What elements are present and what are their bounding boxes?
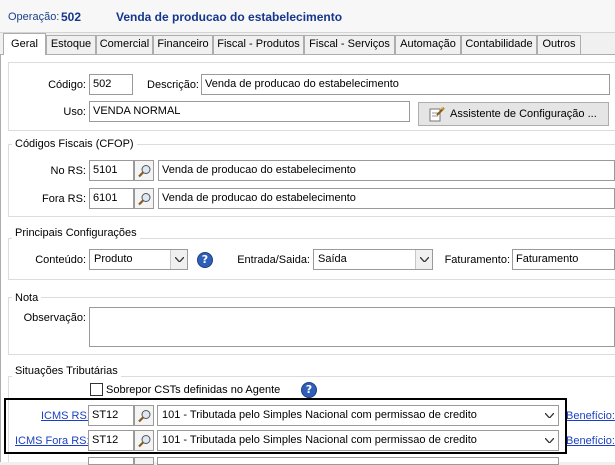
observacao-label: Observação: xyxy=(23,312,86,324)
icms-rs-code-field[interactable]: ST12 xyxy=(88,405,134,426)
magnifier-icon xyxy=(138,193,151,206)
chevron-down-icon xyxy=(541,431,558,450)
config-group-title: Principais Configurações xyxy=(12,227,140,239)
fora-rs-lookup-button[interactable] xyxy=(134,188,154,209)
magnifier-icon xyxy=(138,410,151,423)
no-rs-desc-field[interactable]: Venda de producao do estabelecimento xyxy=(158,160,615,181)
operation-label: Operação: xyxy=(8,11,60,23)
tab-fiscal-produtos[interactable]: Fiscal - Produtos xyxy=(213,35,304,54)
wizard-button[interactable]: Assistente de Configuração ... xyxy=(418,102,609,126)
wizard-icon xyxy=(429,106,445,125)
faturamento-label: Faturamento: xyxy=(444,254,510,266)
icms-rs-select[interactable]: 101 - Tributada pelo Simples Nacional co… xyxy=(157,405,559,426)
tab-financeiro[interactable]: Financeiro xyxy=(153,35,213,54)
sobrepor-label: Sobrepor CSTs definidas no Agente xyxy=(106,384,281,396)
chevron-down-icon xyxy=(170,250,187,269)
conteudo-label: Conteúdo: xyxy=(35,254,86,266)
tab-estoque[interactable]: Estoque xyxy=(46,35,96,54)
codigo-field[interactable]: 502 xyxy=(89,74,133,95)
conteudo-select[interactable]: Produto xyxy=(89,249,188,270)
no-rs-code-field[interactable]: 5101 xyxy=(89,160,134,181)
icms-fora-rs-code-field[interactable]: ST12 xyxy=(88,430,134,451)
tab-outros[interactable]: Outros xyxy=(537,35,581,54)
uso-label: Uso: xyxy=(63,106,86,118)
chevron-down-icon xyxy=(415,250,432,269)
help-icon[interactable]: ? xyxy=(197,252,213,268)
tab-geral[interactable]: Geral xyxy=(3,33,46,55)
fora-rs-code-field[interactable]: 6101 xyxy=(89,188,134,209)
no-rs-label: No RS: xyxy=(50,165,86,177)
operation-title: Venda de producao do estabelecimento xyxy=(116,10,343,24)
fora-rs-desc-field[interactable]: Venda de producao do estabelecimento xyxy=(158,188,615,209)
icms-fora-rs-link[interactable]: ICMS Fora RS: xyxy=(15,435,90,447)
wizard-button-label: Assistente de Configuração ... xyxy=(450,108,597,120)
magnifier-icon xyxy=(138,165,151,178)
tab-comercial[interactable]: Comercial xyxy=(96,35,153,54)
help-icon[interactable]: ? xyxy=(301,382,317,398)
uso-field[interactable]: VENDA NORMAL xyxy=(89,101,410,122)
operation-code: 502 xyxy=(61,10,82,24)
entrada-saida-select[interactable]: Saída xyxy=(313,249,433,270)
icms-fora-rs-lookup-button[interactable] xyxy=(134,430,154,451)
situacoes-group-title: Situações Tributárias xyxy=(12,365,121,377)
next-row-select[interactable] xyxy=(157,457,559,465)
icms-fora-rs-beneficio-link[interactable]: Benefício: xyxy=(566,435,615,447)
tab-fiscal-servicos[interactable]: Fiscal - Serviços xyxy=(304,35,395,54)
descricao-field[interactable]: Venda de producao do estabelecimento xyxy=(201,74,610,95)
chevron-down-icon xyxy=(541,406,558,425)
entrada-saida-label: Entrada/Saida: xyxy=(237,254,310,266)
icms-rs-lookup-button[interactable] xyxy=(134,405,154,426)
next-row-lookup-button[interactable] xyxy=(134,457,154,465)
codigo-label: Código: xyxy=(48,79,86,91)
fora-rs-label: Fora RS: xyxy=(41,193,86,205)
observacao-textarea[interactable] xyxy=(89,307,615,347)
tab-contabilidade[interactable]: Contabilidade xyxy=(461,35,537,54)
nota-group-title: Nota xyxy=(12,292,42,304)
icms-rs-link[interactable]: ICMS RS: xyxy=(41,410,90,422)
tab-automacao[interactable]: Automação xyxy=(395,35,461,54)
faturamento-field[interactable]: Faturamento xyxy=(512,249,615,270)
descricao-label: Descrição: xyxy=(147,79,199,91)
tab-bar: Geral Estoque Comercial Financeiro Fisca… xyxy=(0,33,615,55)
operation-header: Operação: 502 Venda de producao do estab… xyxy=(0,0,615,33)
next-row-code-field[interactable] xyxy=(88,457,134,465)
no-rs-lookup-button[interactable] xyxy=(134,160,154,181)
magnifier-icon xyxy=(138,435,151,448)
cfop-group-title: Códigos Fiscais (CFOP) xyxy=(12,138,137,150)
icms-fora-rs-select[interactable]: 101 - Tributada pelo Simples Nacional co… xyxy=(157,430,559,451)
icms-rs-beneficio-link[interactable]: Benefício: xyxy=(566,410,615,422)
sobrepor-checkbox[interactable] xyxy=(90,383,103,396)
